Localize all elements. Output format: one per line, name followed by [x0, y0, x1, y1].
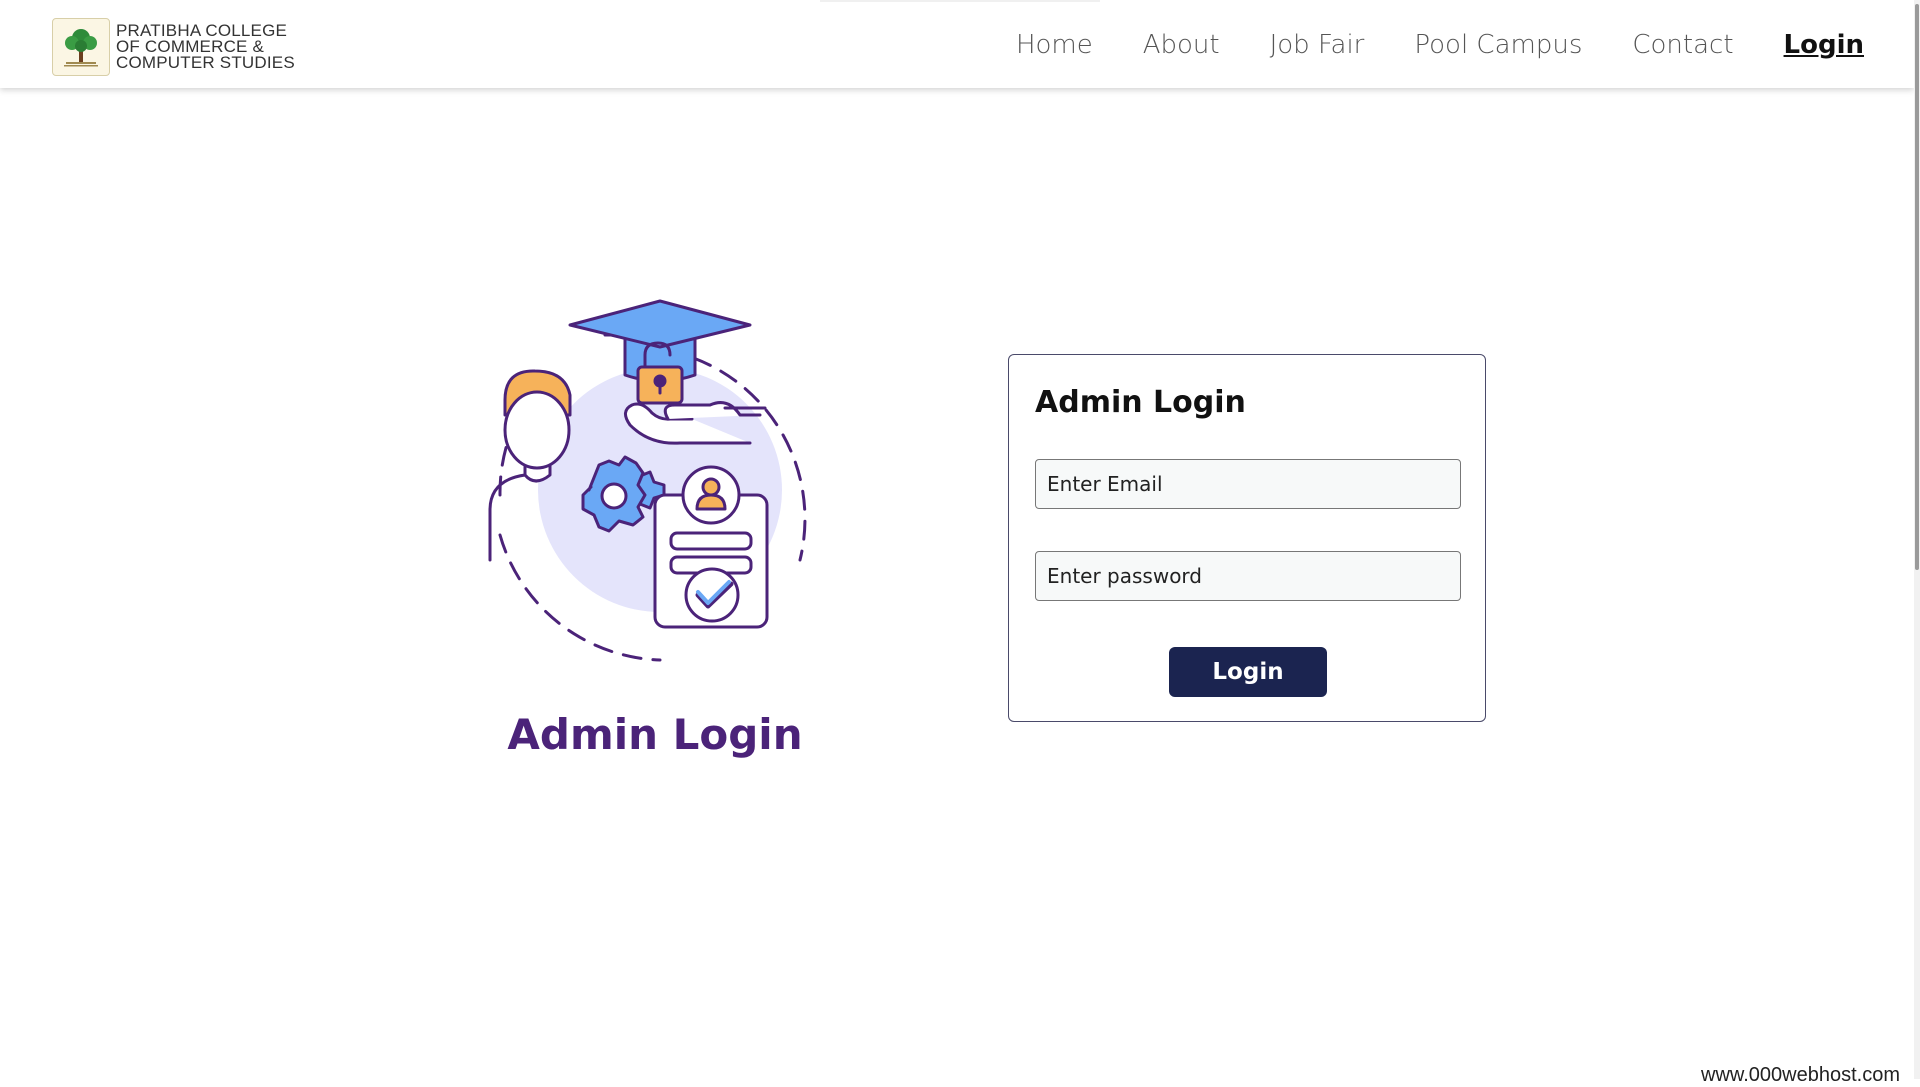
nav-links: Home About Job Fair Pool Campus Contact …	[966, 30, 1864, 60]
top-navbar: PRATIBHA COLLEGE OF COMMERCE & COMPUTER …	[0, 0, 1914, 88]
login-title: Admin Login	[1035, 385, 1246, 420]
illustration-caption: Admin Login	[507, 710, 803, 759]
page-scrollbar[interactable]	[1914, 0, 1920, 1079]
tree-logo-icon	[64, 29, 98, 67]
nav-about[interactable]: About	[1143, 30, 1220, 60]
brand[interactable]: PRATIBHA COLLEGE OF COMMERCE & COMPUTER …	[52, 18, 295, 76]
top-shadow-divider	[820, 0, 1100, 2]
login-card: Admin Login Login	[1008, 354, 1486, 722]
college-logo	[52, 18, 110, 76]
admin-login-illustration	[470, 295, 840, 675]
scrollbar-thumb[interactable]	[1915, 4, 1919, 570]
nav-job-fair[interactable]: Job Fair	[1270, 30, 1365, 60]
brand-name: PRATIBHA COLLEGE OF COMMERCE & COMPUTER …	[116, 22, 295, 72]
email-field[interactable]	[1035, 459, 1461, 509]
login-button[interactable]: Login	[1169, 647, 1327, 697]
checkmark-icon	[684, 567, 740, 623]
nav-home[interactable]: Home	[1016, 30, 1093, 60]
nav-contact[interactable]: Contact	[1632, 30, 1733, 60]
nav-login[interactable]: Login	[1784, 30, 1864, 60]
password-field[interactable]	[1035, 551, 1461, 601]
nav-pool-campus[interactable]: Pool Campus	[1414, 30, 1582, 60]
brand-line: COMPUTER STUDIES	[116, 53, 295, 72]
host-footer-text: www.000webhost.com	[1701, 1064, 1900, 1086]
